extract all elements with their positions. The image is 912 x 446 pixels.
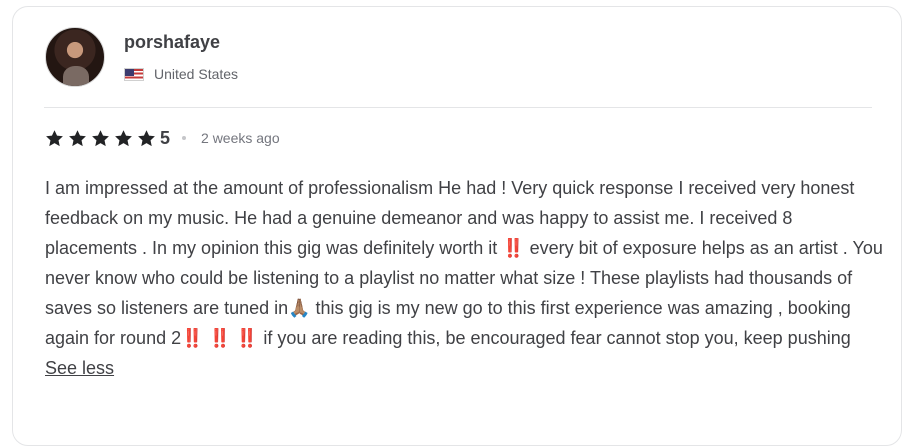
divider <box>44 107 872 108</box>
star-icon <box>69 129 86 146</box>
rating-value: 5 <box>160 128 171 148</box>
reviewer-country-row: United States <box>124 66 238 82</box>
star-rating <box>45 129 160 148</box>
star-icon <box>138 129 155 146</box>
us-flag-icon <box>124 67 144 81</box>
star-icon <box>46 129 63 146</box>
see-less-link[interactable]: See less <box>45 358 114 378</box>
flag-canton <box>125 68 134 76</box>
reviewer-username[interactable]: porshafaye <box>124 31 238 53</box>
reviewer-header: porshafaye United States <box>45 27 238 87</box>
review-body: I am impressed at the amount of professi… <box>45 178 883 348</box>
avatar[interactable] <box>45 27 105 87</box>
separator-dot <box>182 136 187 140</box>
reviewer-country: United States <box>154 66 239 82</box>
star-icon <box>92 129 109 146</box>
star-icon <box>115 129 132 146</box>
rating-row: 5 2 weeks ago <box>45 127 280 149</box>
review-card: porshafaye United States 5 2 weeks ago I… <box>12 6 902 446</box>
review-time: 2 weeks ago <box>201 130 280 146</box>
review-text: I am impressed at the amount of professi… <box>45 173 885 383</box>
reviewer-info: porshafaye United States <box>124 27 238 82</box>
